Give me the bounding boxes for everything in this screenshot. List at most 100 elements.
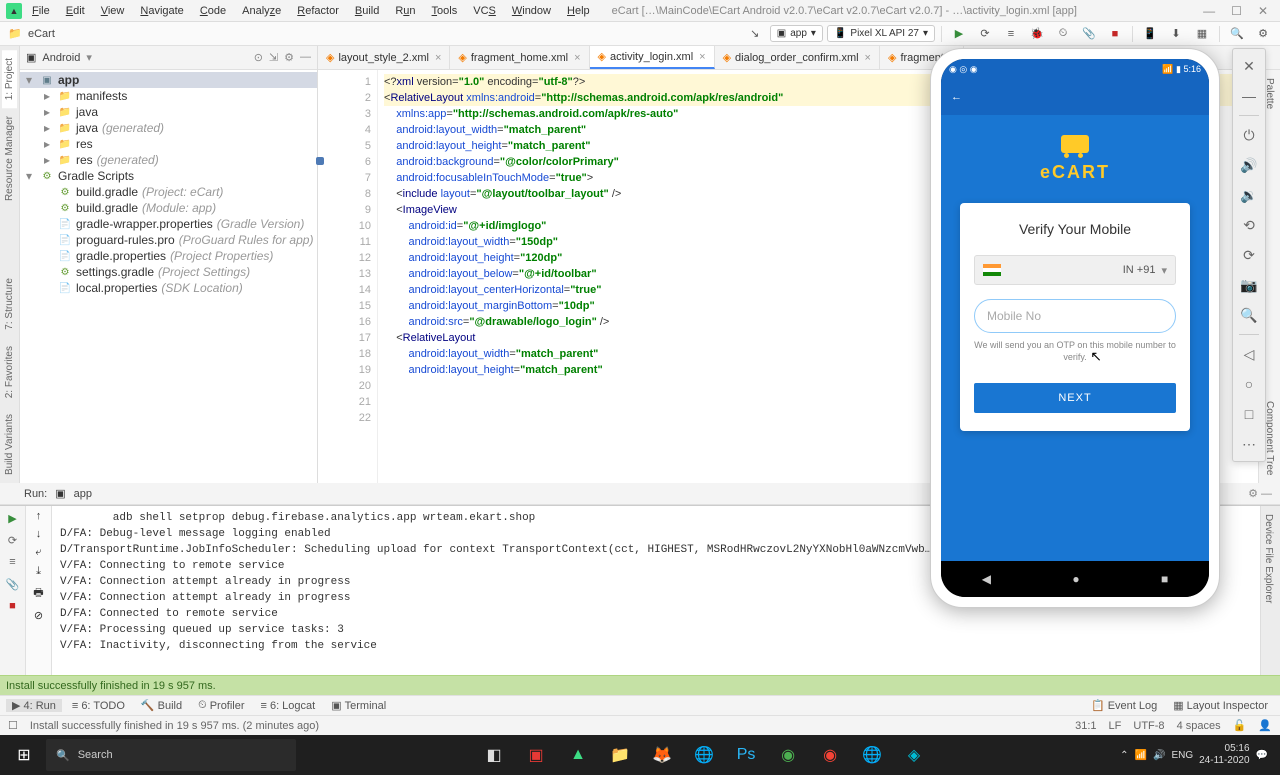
editor-tab[interactable]: ◈layout_style_2.xml×	[318, 46, 450, 69]
tree-node[interactable]: ▸📁manifests	[20, 88, 317, 104]
stop-run-icon[interactable]: ■	[5, 598, 21, 614]
emu-power-icon[interactable]: ⏻	[1236, 122, 1262, 148]
sdk-manager-icon[interactable]: ⬇	[1165, 24, 1187, 44]
structure-tab[interactable]: 7: Structure	[2, 270, 17, 338]
close-icon[interactable]: ×	[435, 52, 441, 64]
readonly-icon[interactable]: 🔓	[1233, 719, 1247, 732]
tree-node[interactable]: 📄proguard-rules.pro (ProGuard Rules for …	[20, 232, 317, 248]
next-button[interactable]: NEXT	[974, 383, 1176, 413]
terminal-toolwin[interactable]: ▣ Terminal	[325, 699, 392, 712]
tree-node[interactable]: ⚙build.gradle (Module: app)	[20, 200, 317, 216]
emu-voldown-icon[interactable]: 🔉	[1236, 182, 1262, 208]
tree-node[interactable]: ⚙settings.gradle (Project Settings)	[20, 264, 317, 280]
app-icon[interactable]: 🌐	[852, 735, 892, 775]
close-icon[interactable]: ×	[865, 52, 871, 64]
tree-node[interactable]: 📄local.properties (SDK Location)	[20, 280, 317, 296]
country-selector[interactable]: IN +91 ▾	[974, 255, 1176, 285]
emu-home-icon[interactable]: ○	[1236, 371, 1262, 397]
todo-toolwin[interactable]: ≡ 6: TODO	[66, 700, 131, 712]
tree-node[interactable]: 📄gradle-wrapper.properties (Gradle Versi…	[20, 216, 317, 232]
nav-recent-icon[interactable]: ■	[1161, 572, 1168, 586]
tree-gradle-scripts[interactable]: ▾⚙Gradle Scripts	[20, 168, 317, 184]
taskbar-search[interactable]: 🔍 Search	[46, 739, 296, 771]
status-icon[interactable]: ☐	[8, 719, 18, 732]
menu-file[interactable]: File	[26, 3, 56, 19]
event-log-toolwin[interactable]: 📋 Event Log	[1085, 699, 1163, 712]
scroll-icon[interactable]: ⤓	[36, 565, 41, 578]
rerun-icon[interactable]: ▶	[5, 510, 21, 526]
run-button[interactable]: ▶	[948, 24, 970, 44]
tree-node[interactable]: 📄gradle.properties (Project Properties)	[20, 248, 317, 264]
tree-node[interactable]: ▸📁java (generated)	[20, 120, 317, 136]
hide-icon[interactable]: —	[300, 51, 311, 64]
line-separator[interactable]: LF	[1109, 720, 1122, 732]
logcat-toolwin[interactable]: ≡ 6: Logcat	[255, 700, 322, 712]
resource-manager-tab[interactable]: Resource Manager	[2, 108, 17, 209]
menu-build[interactable]: Build	[349, 3, 385, 19]
device-selector[interactable]: 📱 Pixel XL API 27 ▾	[827, 25, 935, 42]
menu-code[interactable]: Code	[194, 3, 232, 19]
emu-minimize-icon[interactable]: —	[1236, 83, 1262, 109]
volume-icon[interactable]: 🔊	[1153, 750, 1165, 761]
collapse-icon[interactable]: ⇲	[269, 51, 278, 64]
app-icon[interactable]: ◉	[768, 735, 808, 775]
editor-tab-active[interactable]: ◈activity_login.xml×	[590, 46, 715, 69]
build-variants-tab[interactable]: Build Variants	[2, 406, 17, 483]
emu-rotate-right-icon[interactable]: ⟳	[1236, 242, 1262, 268]
debug-button[interactable]: 🐞	[1026, 24, 1048, 44]
stop-icon[interactable]: ⟳	[5, 532, 21, 548]
task-view-icon[interactable]: ◧	[474, 735, 514, 775]
app-icon[interactable]: ◉	[810, 735, 850, 775]
target-icon[interactable]: ⊙	[254, 51, 263, 64]
emulator-screen[interactable]: ◉ ◎ ◉ 📶 ▮ 5:16 ← eCART Verify Your Mobil…	[941, 59, 1209, 597]
close-icon[interactable]: ×	[574, 52, 580, 64]
tray-up-icon[interactable]: ⌃	[1120, 750, 1128, 761]
indent[interactable]: 4 spaces	[1177, 720, 1221, 732]
maximize-button[interactable]: ☐	[1225, 4, 1248, 18]
photoshop-icon[interactable]: Ps	[726, 735, 766, 775]
menu-run[interactable]: Run	[389, 3, 421, 19]
profiler-toolwin[interactable]: ⏲ Profiler	[192, 699, 250, 712]
project-breadcrumb[interactable]: eCart	[28, 28, 55, 40]
avd-manager-icon[interactable]: 📱	[1139, 24, 1161, 44]
module-selector[interactable]: ▣ app ▾	[770, 25, 823, 42]
search-icon[interactable]: 🔍	[1226, 24, 1248, 44]
android-studio-task-icon[interactable]: ▲	[558, 735, 598, 775]
clear-icon[interactable]: ⊘	[34, 609, 43, 622]
run-toolwin[interactable]: ▶ 4: Run	[6, 699, 62, 712]
menu-refactor[interactable]: Refactor	[291, 3, 345, 19]
app-icon[interactable]: ◈	[894, 735, 934, 775]
tree-node[interactable]: ⚙build.gradle (Project: eCart)	[20, 184, 317, 200]
run-settings-icon[interactable]: ⚙ —	[1248, 487, 1280, 500]
stop-icon[interactable]: ≡	[5, 554, 21, 570]
emu-volup-icon[interactable]: 🔊	[1236, 152, 1262, 178]
profile-icon[interactable]: ⏲	[1052, 24, 1074, 44]
chrome-icon[interactable]: 🌐	[684, 735, 724, 775]
emu-overview-icon[interactable]: □	[1236, 401, 1262, 427]
app-icon[interactable]: ▣	[516, 735, 556, 775]
menu-tools[interactable]: Tools	[426, 3, 464, 19]
tree-node[interactable]: ▸📁java	[20, 104, 317, 120]
emu-back-icon[interactable]: ◁	[1236, 341, 1262, 367]
settings-icon[interactable]: ⚙	[1252, 24, 1274, 44]
close-icon[interactable]: ×	[699, 51, 705, 63]
start-button[interactable]: ⊞	[4, 735, 44, 775]
menu-analyze[interactable]: Analyze	[236, 3, 287, 19]
stop-button[interactable]: ■	[1104, 24, 1126, 44]
menu-vcs[interactable]: VCS	[467, 3, 502, 19]
build-toolwin[interactable]: 🔨 Build	[135, 699, 188, 712]
clock[interactable]: 05:16 24-11-2020	[1199, 743, 1249, 767]
emu-zoom-icon[interactable]: 🔍	[1236, 302, 1262, 328]
menu-window[interactable]: Window	[506, 3, 557, 19]
tree-app-root[interactable]: ▾▣app	[20, 72, 317, 88]
up-icon[interactable]: ↑	[36, 510, 42, 522]
wrap-icon[interactable]: ⤶	[35, 546, 41, 559]
sync-icon[interactable]: ↘	[744, 24, 766, 44]
menu-view[interactable]: View	[95, 3, 131, 19]
editor-tab[interactable]: ◈fragment_home.xml×	[450, 46, 589, 69]
view-mode-dropdown[interactable]: Android	[42, 52, 80, 64]
editor-tab[interactable]: ◈dialog_order_confirm.xml×	[715, 46, 880, 69]
nav-back-icon[interactable]: ◀	[982, 572, 991, 586]
project-tree[interactable]: ▾▣app ▸📁manifests ▸📁java ▸📁java (generat…	[20, 70, 317, 483]
tree-node[interactable]: ▸📁res (generated)	[20, 152, 317, 168]
